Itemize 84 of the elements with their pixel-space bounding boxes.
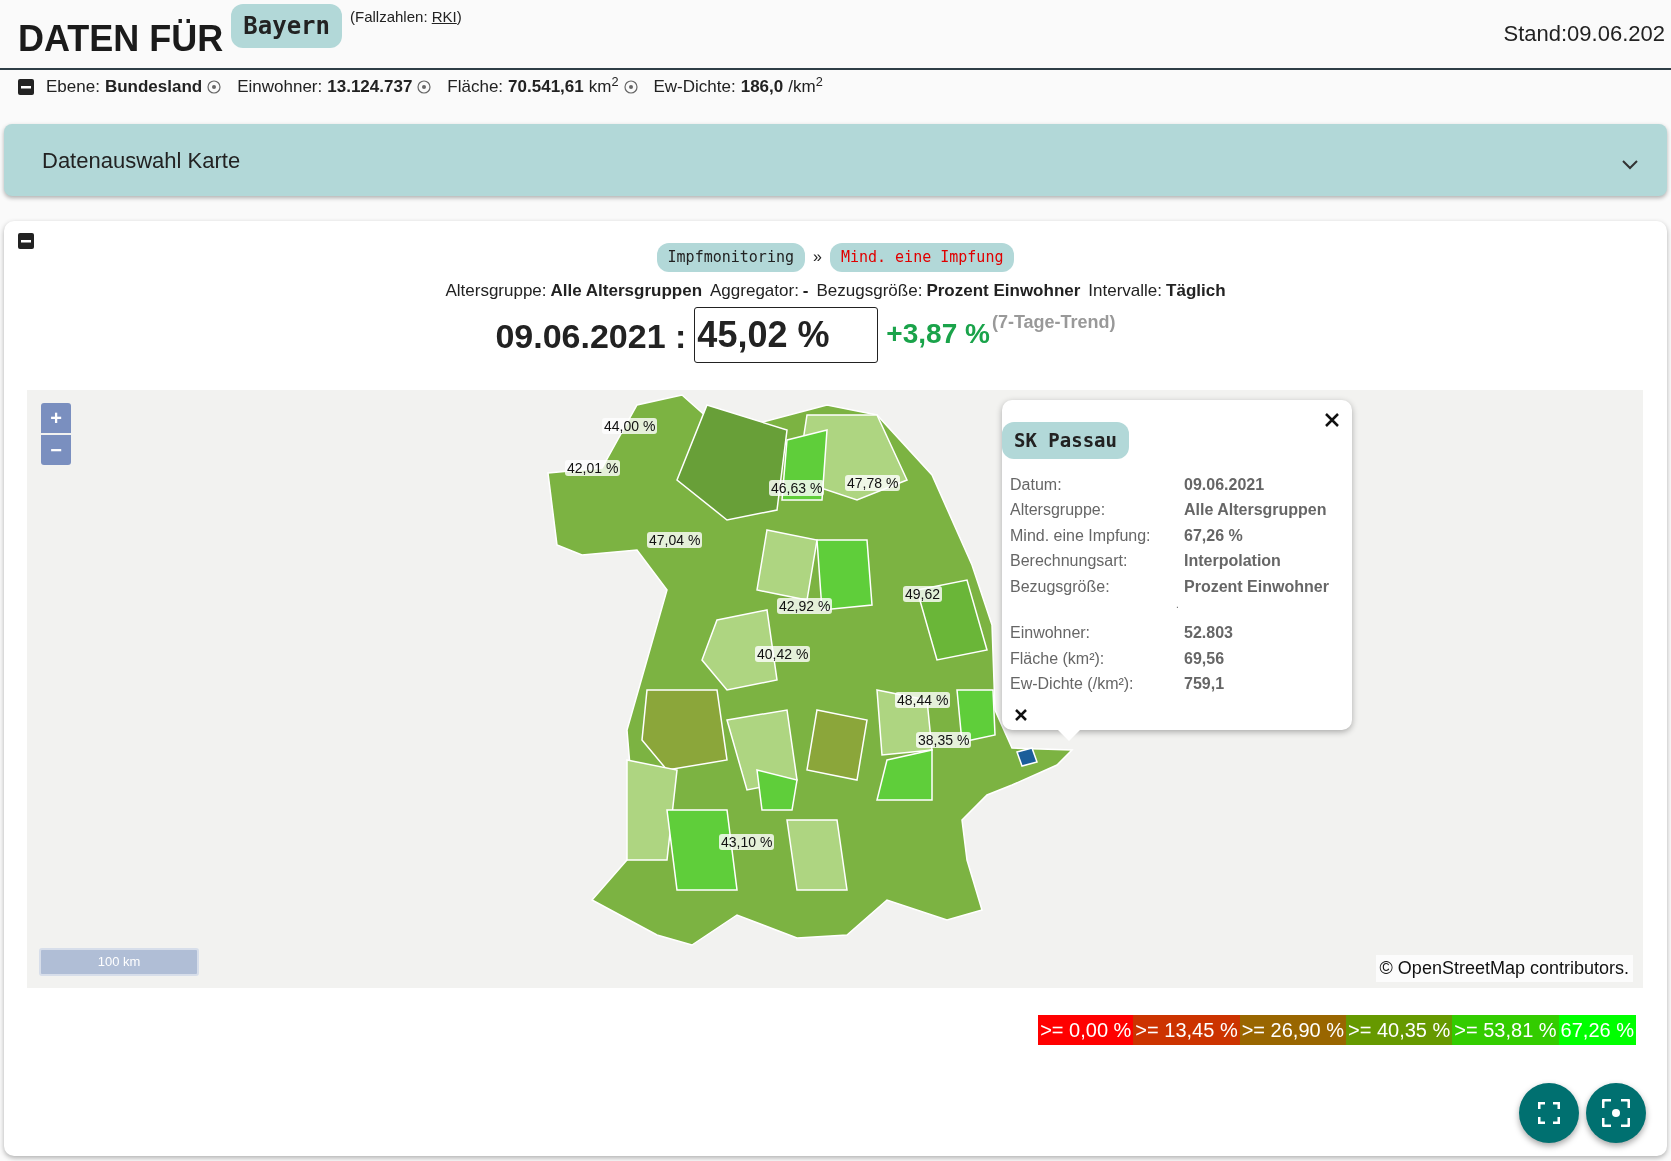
region-label: 40,42 % (755, 646, 811, 662)
source-note: (Fallzahlen: RKI) (350, 7, 462, 27)
trend-note: (7-Tage-Trend) (991, 311, 1116, 334)
info-icon[interactable] (417, 80, 432, 94)
region-label: 46,63 % (769, 480, 825, 496)
popup-label: Fläche (km²): (1010, 648, 1106, 669)
unit-label: km$^{2}$ (588, 74, 619, 99)
param-value: - (802, 279, 809, 302)
stand-date: Stand:09.06.202 (1503, 20, 1665, 48)
legend-item: >= 0,00 % (1038, 1015, 1134, 1045)
info-label: Einwohner: (237, 76, 323, 99)
info-value: 70.541,61 (508, 76, 584, 99)
info-label: Ew-Dichte: (653, 76, 736, 99)
value-field: 45,02 % (694, 307, 879, 363)
legend-item: >= 26,90 % (1239, 1015, 1346, 1045)
legend-item: >= 13,45 % (1133, 1015, 1240, 1045)
fullscreen-icon (1538, 1102, 1560, 1124)
popup-value: Interpolation (1184, 551, 1281, 571)
popup-value: 69,56 (1184, 648, 1225, 669)
accordion-title: Datenauswahl Karte (42, 146, 241, 175)
param-label: Intervalle: (1088, 279, 1163, 302)
legend-item: >= 53,81 % (1452, 1015, 1559, 1045)
popup-label: Mind. eine Impfung: (1010, 525, 1152, 546)
info-label: Fläche: (447, 76, 504, 99)
popup-value: 67,26 % (1184, 525, 1243, 546)
param-label: Bezugsgröße: (816, 279, 923, 302)
collapse-icon[interactable] (18, 79, 34, 95)
district-shape (806, 709, 868, 781)
collapse-icon[interactable] (18, 233, 34, 249)
popup-label: Berechnungsart: (1010, 551, 1129, 571)
breadcrumb-item[interactable]: Impfmonitoring (656, 243, 805, 272)
trend-value: +3,87 % (886, 317, 990, 351)
map-scale: 100 km (39, 948, 199, 976)
region-label: 47,04 % (647, 532, 703, 548)
region-label: 48,44 % (895, 692, 951, 708)
popup-label: Einwohner: (1010, 623, 1092, 643)
popup-label: Ew-Dichte (/km²): (1010, 674, 1135, 694)
region-label: 38,35 % (916, 732, 972, 748)
close-icon[interactable] (1324, 412, 1340, 428)
district-shape (786, 819, 848, 891)
district-shape (1016, 747, 1038, 767)
fullscreen-button[interactable] (1519, 1083, 1579, 1143)
param-label: Altersgruppe: (445, 279, 547, 302)
accordion-header[interactable]: Datenauswahl Karte (4, 124, 1667, 196)
breadcrumb-separator: » (813, 247, 822, 268)
info-value: 13.124.737 (327, 76, 413, 99)
info-label: Ebene: (46, 76, 100, 99)
legend-item: 67,26 % (1558, 1015, 1636, 1045)
focus-button[interactable] (1586, 1083, 1646, 1143)
district-shape (756, 529, 818, 601)
popup-separator: . (1176, 600, 1179, 612)
close-icon[interactable] (1014, 708, 1028, 722)
region-label: 49,62 (903, 586, 943, 602)
param-value: Alle Altersgruppen (550, 279, 702, 302)
info-icon[interactable] (207, 80, 222, 94)
legend-item: >= 40,35 % (1346, 1015, 1453, 1045)
page-title: DATEN FÜR (18, 17, 224, 61)
district-shape (876, 749, 933, 801)
popup-value: 759,1 (1184, 674, 1225, 694)
param-label: Aggregator: (710, 279, 799, 302)
info-value: 186,0 (740, 76, 784, 99)
region-label: 42,01 % (565, 460, 621, 476)
date-label: 09.06.2021 : (495, 316, 687, 357)
region-label: 47,78 % (845, 475, 901, 491)
map-attribution: © OpenStreetMap contributors. (1375, 955, 1633, 982)
popup-value: Prozent Einwohner (1184, 576, 1329, 597)
param-value: Täglich (1166, 279, 1226, 302)
info-icon[interactable] (623, 80, 638, 94)
region-label: 42,92 % (777, 598, 833, 614)
source-link[interactable]: RKI (431, 8, 457, 25)
region-label: 43,10 % (719, 834, 775, 850)
focus-icon (1602, 1099, 1630, 1127)
region-badge: Bayern (231, 4, 342, 48)
popup-label: Altersgruppe: (1010, 500, 1107, 520)
region-label: 44,00 % (602, 418, 658, 434)
popup-label: Bezugsgröße: (1010, 576, 1111, 597)
popup-label: Datum: (1010, 474, 1063, 495)
popup-value: Alle Altersgruppen (1184, 500, 1327, 520)
popup-value: 52.803 (1184, 623, 1233, 643)
popup-title: SK Passau (1002, 422, 1129, 459)
unit-label: /km$^{2}$ (788, 74, 823, 99)
popup-value: 09.06.2021 (1184, 474, 1265, 495)
info-value: Bundesland (104, 76, 203, 99)
param-value: Prozent Einwohner (926, 279, 1081, 302)
